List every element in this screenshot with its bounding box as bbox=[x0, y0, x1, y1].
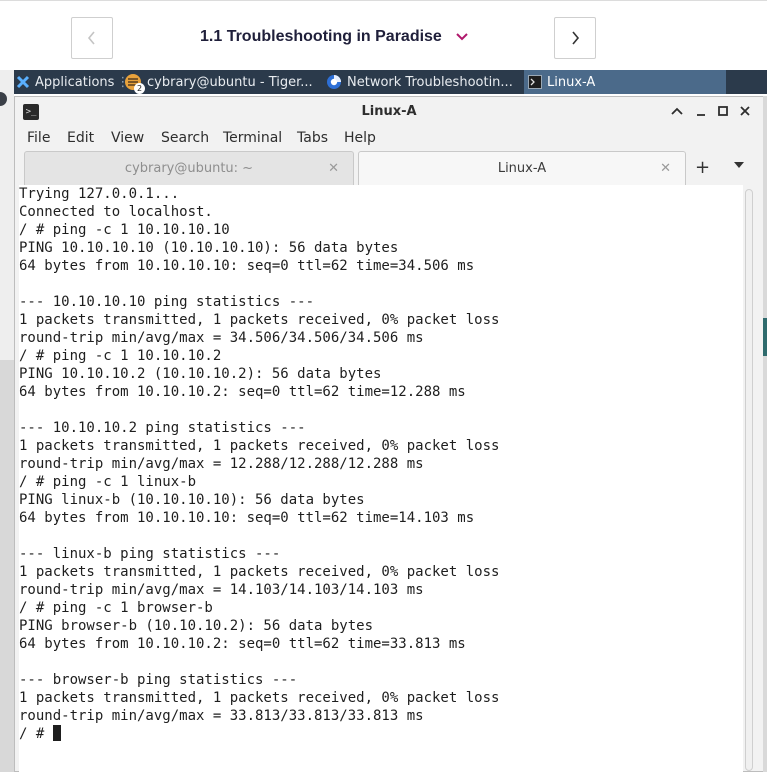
menu-bar: File Edit View Search Terminal Tabs Help bbox=[15, 127, 763, 151]
terminal-line: 64 bytes from 10.10.10.2: seq=0 ttl=62 t… bbox=[19, 636, 466, 652]
next-lesson-button[interactable] bbox=[554, 17, 596, 59]
chevron-left-icon bbox=[87, 31, 95, 45]
terminal-line: / # ping -c 1 10.10.10.10 bbox=[19, 222, 230, 238]
shell-prompt: / # bbox=[19, 726, 53, 742]
window-title: Linux-A bbox=[361, 104, 417, 119]
terminal-line: round-trip min/avg/max = 34.506/34.506/3… bbox=[19, 330, 424, 346]
terminal-line: 1 packets transmitted, 1 packets receive… bbox=[19, 438, 500, 454]
chevron-up-icon bbox=[671, 107, 683, 115]
menu-edit[interactable]: Edit bbox=[67, 130, 94, 146]
vnc-tiger-icon: 2 bbox=[124, 73, 145, 94]
maximize-button[interactable] bbox=[715, 103, 731, 119]
applications-menu[interactable]: Applications ⋮ bbox=[14, 70, 124, 94]
close-icon bbox=[740, 106, 750, 116]
maximize-icon bbox=[718, 106, 728, 116]
taskbar-app-label: cybrary@ubuntu - Tiger... bbox=[147, 74, 313, 90]
tab-list-dropdown-icon[interactable] bbox=[733, 161, 745, 169]
chevron-right-icon bbox=[572, 31, 580, 45]
terminal-line: 1 packets transmitted, 1 packets receive… bbox=[19, 312, 500, 328]
taskbar-app-linux-a[interactable]: Linux-A bbox=[524, 70, 726, 94]
minimize-icon bbox=[697, 114, 705, 116]
xfce-logo-icon bbox=[16, 75, 30, 89]
terminal-line: Connected to localhost. bbox=[19, 204, 213, 220]
tab-label: cybrary@ubuntu: ~ bbox=[124, 161, 254, 176]
taskbar-app-browser[interactable]: Network Troubleshootin... bbox=[326, 70, 526, 94]
taskbar-app-label: Network Troubleshootin... bbox=[347, 74, 513, 90]
terminal-line: / # ping -c 1 linux-b bbox=[19, 474, 197, 490]
terminal-line: PING browser-b (10.10.10.2): 56 data byt… bbox=[19, 618, 374, 634]
menu-terminal[interactable]: Terminal bbox=[223, 130, 282, 146]
applications-label: Applications bbox=[35, 74, 115, 90]
terminal-output[interactable]: Trying 127.0.0.1... Connected to localhos… bbox=[19, 185, 743, 773]
menu-view[interactable]: View bbox=[111, 130, 144, 146]
terminal-line: --- linux-b ping statistics --- bbox=[19, 546, 281, 562]
tab-label: Linux-A bbox=[497, 161, 547, 176]
menu-file[interactable]: File bbox=[27, 130, 50, 146]
shade-button[interactable] bbox=[669, 103, 685, 119]
terminal-line: round-trip min/avg/max = 33.813/33.813/3… bbox=[19, 708, 424, 724]
lesson-title[interactable]: 1.1 Troubleshooting in Paradise bbox=[200, 28, 442, 46]
terminal-line: PING 10.10.10.10 (10.10.10.10): 56 data … bbox=[19, 240, 399, 256]
background-window-accent bbox=[763, 318, 767, 356]
close-window-button[interactable] bbox=[737, 103, 753, 119]
terminal-line: 64 bytes from 10.10.10.10: seq=0 ttl=62 … bbox=[19, 258, 475, 274]
menu-search[interactable]: Search bbox=[161, 130, 209, 146]
terminal-prompt-line[interactable]: / # bbox=[19, 725, 743, 743]
text-cursor bbox=[52, 725, 61, 741]
terminal-scrollbar[interactable] bbox=[745, 189, 753, 771]
terminal-line: 64 bytes from 10.10.10.2: seq=0 ttl=62 t… bbox=[19, 384, 466, 400]
window-count-badge: 2 bbox=[134, 83, 145, 94]
chevron-down-icon[interactable] bbox=[455, 32, 469, 42]
terminal-line: --- browser-b ping statistics --- bbox=[19, 672, 298, 688]
menu-tabs[interactable]: Tabs bbox=[297, 130, 328, 146]
taskbar-app-tigervnc[interactable]: 2 cybrary@ubuntu - Tiger... bbox=[124, 70, 324, 94]
terminal-line: 1 packets transmitted, 1 packets receive… bbox=[19, 564, 500, 580]
terminal-line: / # ping -c 1 browser-b bbox=[19, 600, 213, 616]
desktop-edge-band bbox=[0, 360, 14, 772]
close-tab-icon[interactable]: ✕ bbox=[660, 161, 671, 176]
desktop-left-edge bbox=[0, 70, 14, 772]
terminal-line: / # ping -c 1 10.10.10.2 bbox=[19, 348, 222, 364]
terminal-tab-bar: cybrary@ubuntu: ~ ✕ Linux-A ✕ + bbox=[15, 151, 763, 185]
tab-cybrary-ubuntu[interactable]: cybrary@ubuntu: ~ ✕ bbox=[24, 151, 354, 185]
background-window-edge bbox=[763, 96, 767, 772]
desktop-edge-knob bbox=[0, 92, 7, 106]
terminal-line: 1 packets transmitted, 1 packets receive… bbox=[19, 690, 500, 706]
terminal-line: --- 10.10.10.10 ping statistics --- bbox=[19, 294, 315, 310]
terminal-lines: Trying 127.0.0.1... Connected to localhos… bbox=[19, 185, 743, 725]
menu-help[interactable]: Help bbox=[344, 130, 376, 146]
new-tab-icon[interactable]: + bbox=[695, 157, 710, 178]
terminal-line: PING linux-b (10.10.10.10): 56 data byte… bbox=[19, 492, 365, 508]
taskbar-app-label: Linux-A bbox=[547, 74, 596, 90]
terminal-line: PING 10.10.10.2 (10.10.10.2): 56 data by… bbox=[19, 366, 382, 382]
separator-handle-icon: ⋮ bbox=[116, 74, 124, 90]
terminal-line: Trying 127.0.0.1... bbox=[19, 186, 180, 202]
terminal-line: round-trip min/avg/max = 14.103/14.103/1… bbox=[19, 582, 424, 598]
taskbar: Applications ⋮ 2 cybrary@ubuntu - Tiger.… bbox=[14, 70, 767, 94]
course-navigation-bar: 1.1 Troubleshooting in Paradise bbox=[0, 0, 767, 71]
tab-linux-a[interactable]: Linux-A ✕ bbox=[358, 151, 686, 185]
terminal-line: round-trip min/avg/max = 12.288/12.288/1… bbox=[19, 456, 424, 472]
terminal-window: >_ Linux-A File Edit View Search Termina… bbox=[14, 96, 764, 773]
terminal-icon bbox=[528, 75, 542, 89]
minimize-button[interactable] bbox=[693, 103, 709, 119]
window-titlebar[interactable]: >_ Linux-A bbox=[15, 97, 763, 127]
terminal-line: 64 bytes from 10.10.10.10: seq=0 ttl=62 … bbox=[19, 510, 475, 526]
browser-icon bbox=[326, 74, 342, 90]
terminal-line: --- 10.10.10.2 ping statistics --- bbox=[19, 420, 306, 436]
previous-lesson-button[interactable] bbox=[71, 17, 113, 59]
close-tab-icon[interactable]: ✕ bbox=[328, 161, 339, 176]
